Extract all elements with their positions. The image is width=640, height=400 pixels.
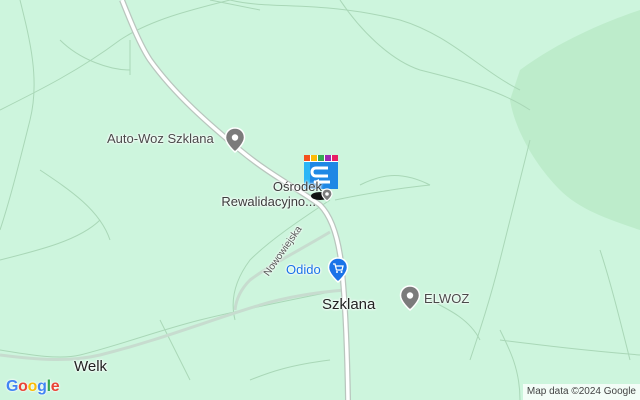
map-canvas[interactable]: Auto-Woz Szklana Ośrodek Rewalidacyjno..… <box>0 0 640 400</box>
town-label-szklana[interactable]: Szklana <box>322 296 375 313</box>
logo-letter: o <box>18 378 28 395</box>
logo-letter: e <box>50 378 60 395</box>
place-pin-icon[interactable] <box>399 285 421 311</box>
poi-label-odido[interactable]: Odido <box>286 262 321 277</box>
shopping-cart-pin-icon[interactable] <box>327 257 349 283</box>
map-attribution[interactable]: Map data ©2024 Google <box>522 384 640 400</box>
poi-label-osrodek-line1[interactable]: Ośrodek <box>250 179 322 194</box>
google-logo[interactable]: Google <box>6 378 60 396</box>
logo-letter: G <box>6 378 19 395</box>
place-pin-icon[interactable] <box>224 127 246 153</box>
poi-label-autowoz[interactable]: Auto-Woz Szklana <box>107 131 214 146</box>
secondary-road <box>0 288 346 362</box>
forest-area <box>510 10 640 230</box>
town-label-welk[interactable]: Welk <box>74 358 107 375</box>
poi-label-elwoz[interactable]: ELWOZ <box>424 291 469 306</box>
poi-label-osrodek-line2[interactable]: Rewalidacyjno... <box>206 194 316 209</box>
logo-letter: g <box>37 378 47 395</box>
logo-letter: o <box>27 378 38 395</box>
